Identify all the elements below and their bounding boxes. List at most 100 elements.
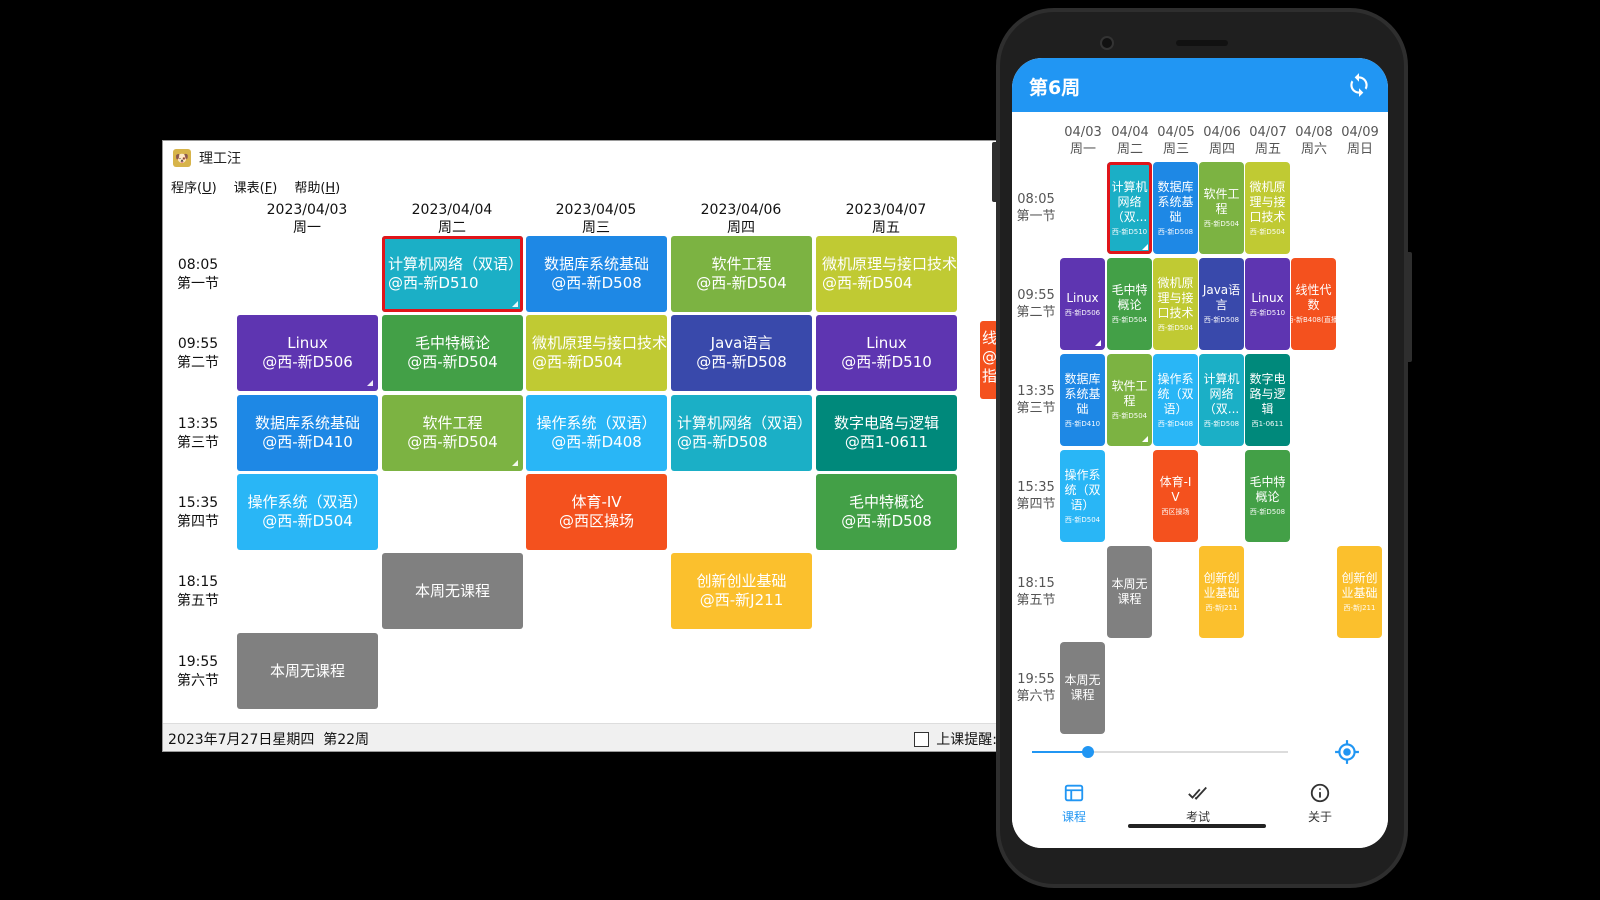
course-location: @西-新D508 bbox=[551, 274, 642, 292]
phone-day-header: 04/06 周四 bbox=[1199, 124, 1245, 158]
phone-course-name: 毛中特概论 bbox=[1249, 475, 1286, 504]
phone-day-date: 04/03 bbox=[1064, 125, 1102, 140]
phone-course-cell[interactable]: 本周无课程 bbox=[1060, 642, 1105, 734]
menu-item-2[interactable]: 帮助(H) bbox=[294, 177, 340, 199]
phone-day-weekday: 周六 bbox=[1300, 142, 1327, 157]
course-cell[interactable]: 创新创业基础 @西-新J211 bbox=[671, 553, 812, 629]
menu-item-0[interactable]: 程序(U) bbox=[171, 177, 217, 199]
reminder-toggle[interactable]: 上课提醒: bbox=[914, 729, 997, 749]
course-name: 毛中特概论 bbox=[414, 334, 490, 352]
phone-course-cell[interactable]: 操作系统（双语） 西-新D504 bbox=[1060, 450, 1105, 542]
menu-item-1[interactable]: 课表(F) bbox=[234, 177, 278, 199]
phone-course-location: 西-新J211 bbox=[1205, 604, 1238, 612]
window-title: 理工汪 bbox=[199, 151, 241, 167]
course-cell[interactable]: 微机原理与接口技术 @西-新D504 bbox=[526, 315, 667, 391]
phone-course-location: 西1-0611 bbox=[1251, 419, 1284, 428]
week-slider-thumb[interactable] bbox=[1082, 746, 1095, 758]
phone-course-cell[interactable]: 数据库系统基础 西-新D410 bbox=[1060, 354, 1105, 446]
course-location: @西1-0611 bbox=[844, 433, 929, 451]
phone-course-cell[interactable]: 计算机网络（双... 西-新D508 bbox=[1199, 354, 1244, 446]
course-cell[interactable]: Linux @西-新D510 bbox=[816, 315, 957, 391]
phone-day-header: 04/07 周五 bbox=[1245, 124, 1291, 158]
phone-course-name: 软件工程 bbox=[1111, 379, 1148, 408]
refresh-icon[interactable] bbox=[1346, 72, 1372, 98]
phone-course-cell[interactable]: 毛中特概论 西-新D504 bbox=[1107, 258, 1152, 350]
course-location: @西-新D504 bbox=[262, 512, 353, 530]
reminder-checkbox[interactable] bbox=[914, 731, 930, 747]
phone-day-header: 04/08 周六 bbox=[1291, 124, 1337, 158]
course-cell[interactable]: 操作系统（双语） @西-新D504 bbox=[237, 474, 378, 550]
menu-item-accelerator: U bbox=[202, 181, 212, 196]
course-name: Linux bbox=[287, 334, 328, 352]
course-cell[interactable]: 毛中特概论 @西-新D508 bbox=[816, 474, 957, 550]
day-header-weekday: 周五 bbox=[872, 220, 900, 236]
phone-course-cell[interactable]: 毛中特概论西-新D508 bbox=[1245, 450, 1290, 542]
course-cell[interactable]: 数字电路与逻辑 @西1-0611 bbox=[816, 395, 957, 471]
phone-day-date: 04/05 bbox=[1157, 125, 1195, 140]
phone-course-cell[interactable]: 本周无课程 bbox=[1107, 546, 1152, 638]
phone-day-date: 04/08 bbox=[1295, 125, 1333, 140]
nav-item-2[interactable]: 关于 bbox=[1280, 782, 1360, 825]
phone-course-cell[interactable]: Linux 西-新D510 bbox=[1245, 258, 1290, 350]
phone-course-cell[interactable]: 计算机网络（双... 西-新D510 bbox=[1107, 162, 1152, 254]
course-cell[interactable]: 数据库系统基础 @西-新D508 bbox=[526, 236, 667, 312]
course-cell[interactable]: Java语言 @西-新D508 bbox=[671, 315, 812, 391]
course-location: @西-新D506 bbox=[262, 353, 353, 371]
course-cell[interactable]: 本周无课程 bbox=[237, 633, 378, 709]
course-location: @西-新D408 bbox=[551, 433, 642, 451]
note-corner-icon bbox=[1142, 436, 1148, 442]
phone-course-cell[interactable]: 创新创业基础 西-新J211 bbox=[1337, 546, 1382, 638]
phone-course-location: 西-新D508 bbox=[1203, 419, 1240, 428]
phone-course-cell[interactable]: 数字电路与逻辑 西1-0611 bbox=[1245, 354, 1290, 446]
course-cell[interactable]: 本周无课程 bbox=[382, 553, 523, 629]
phone-course-cell[interactable]: 体育-IV 西区操场 bbox=[1153, 450, 1198, 542]
course-cell[interactable]: 体育-IV @西区操场 bbox=[526, 474, 667, 550]
day-header: 2023/04/07 周五 bbox=[813, 201, 959, 237]
phone-course-location: 西-新J211 bbox=[1343, 604, 1376, 612]
phone-course-cell[interactable]: 微机原理与接口技术 西-新D504 bbox=[1245, 162, 1290, 254]
course-cell[interactable]: 软件工程 @西-新D504 bbox=[382, 395, 523, 471]
phone-side-button bbox=[992, 142, 998, 202]
phone-course-cell[interactable]: 微机原理与接口技术 西-新D504 bbox=[1153, 258, 1198, 350]
course-cell[interactable]: 操作系统（双语） @西-新D408 bbox=[526, 395, 667, 471]
phone-day-date: 04/09 bbox=[1341, 125, 1379, 140]
phone-course-cell[interactable]: 软件工程 西-新D504 bbox=[1107, 354, 1152, 446]
phone-course-cell[interactable]: 线性代数西-新B408(直播) bbox=[1291, 258, 1336, 350]
phone-course-cell[interactable]: 创新创业基础 西-新J211 bbox=[1199, 546, 1244, 638]
nav-item-label: 课程 bbox=[1061, 810, 1086, 824]
course-name: 本周无课程 bbox=[269, 661, 345, 680]
course-cell[interactable]: 计算机网络（双语） @西-新D510 bbox=[382, 236, 523, 312]
phone-course-cell[interactable]: 软件工程 西-新D504 bbox=[1199, 162, 1244, 254]
nav-item-0[interactable]: 课程 bbox=[1034, 782, 1114, 825]
course-cell[interactable]: 微机原理与接口技术 @西-新D504 bbox=[816, 236, 957, 312]
course-name: 数据库系统基础 bbox=[254, 414, 360, 432]
earpiece-speaker bbox=[1176, 40, 1228, 46]
phone-course-location: 西-新D508 bbox=[1249, 508, 1286, 516]
phone-period: 第一节 bbox=[1016, 209, 1056, 224]
note-corner-icon bbox=[1095, 340, 1101, 346]
phone-period: 第二节 bbox=[1016, 305, 1056, 320]
nav-item-1[interactable]: 考试 bbox=[1158, 782, 1238, 825]
course-cell[interactable]: 计算机网络（双语） @西-新D508 bbox=[671, 395, 812, 471]
app-bar: 第6周 bbox=[1012, 58, 1388, 112]
phone-course-cell[interactable]: Java语言 西-新D508 bbox=[1199, 258, 1244, 350]
status-date-text: 2023年7月27日星期四 bbox=[168, 732, 315, 748]
phone-period: 第四节 bbox=[1016, 497, 1056, 512]
week-slider[interactable] bbox=[1032, 746, 1288, 758]
locate-current-week-icon[interactable] bbox=[1334, 739, 1360, 765]
phone-course-cell[interactable]: Linux 西-新D506 bbox=[1060, 258, 1105, 350]
course-location: @西-新D504 bbox=[696, 274, 787, 292]
phone-course-name: 体育-IV bbox=[1159, 475, 1192, 504]
phone-course-cell[interactable]: 操作系统（双语） 西-新D408 bbox=[1153, 354, 1198, 446]
day-header-date: 2023/04/03 bbox=[266, 202, 348, 218]
course-cell[interactable]: 软件工程 @西-新D504 bbox=[671, 236, 812, 312]
bottom-navigation: 课程 考试 关于 bbox=[1012, 770, 1388, 848]
note-corner-icon bbox=[1142, 244, 1148, 250]
course-cell[interactable]: 毛中特概论 @西-新D504 bbox=[382, 315, 523, 391]
phone-day-weekday: 周三 bbox=[1162, 142, 1189, 157]
course-cell[interactable]: Linux @西-新D506 bbox=[237, 315, 378, 391]
phone-course-cell[interactable]: 数据库系统基础 西-新D508 bbox=[1153, 162, 1198, 254]
course-name: 计算机网络（双语） bbox=[388, 255, 523, 273]
course-cell[interactable]: 数据库系统基础 @西-新D410 bbox=[237, 395, 378, 471]
window-title-bar[interactable]: 🐶 理工汪 bbox=[163, 141, 997, 175]
